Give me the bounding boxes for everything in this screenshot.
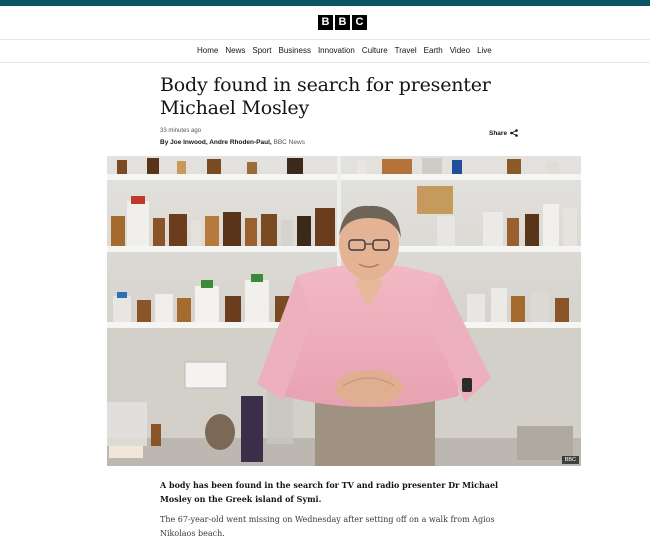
nav-item-innovation[interactable]: Innovation: [318, 45, 355, 57]
nav-item-culture[interactable]: Culture: [362, 45, 388, 57]
logo-letter: C: [352, 15, 367, 30]
byline-authors: By Joe Inwood, Andre Rhoden-Paul,: [160, 139, 274, 146]
share-button[interactable]: Share: [489, 129, 518, 137]
logo-letter: B: [318, 15, 333, 30]
article-lede: A body has been found in the search for …: [160, 480, 499, 504]
nav-item-travel[interactable]: Travel: [395, 45, 417, 57]
nav-item-live[interactable]: Live: [477, 45, 492, 57]
main-navigation: Home News Sport Business Innovation Cult…: [0, 41, 650, 63]
share-icon: [510, 129, 518, 137]
nav-item-business[interactable]: Business: [278, 45, 310, 57]
byline-organisation: BBC News: [273, 139, 305, 146]
nav-item-home[interactable]: Home: [197, 45, 218, 57]
nav-item-sport[interactable]: Sport: [252, 45, 271, 57]
article-timestamp: 33 minutes ago: [160, 128, 202, 134]
logo-letter: B: [335, 15, 350, 30]
nav-item-news[interactable]: News: [225, 45, 245, 57]
image-credit: BBC: [561, 456, 579, 464]
article-headline: Body found in search for presenter Micha…: [160, 74, 491, 119]
nav-list: Home News Sport Business Innovation Cult…: [197, 45, 492, 57]
share-label: Share: [489, 129, 508, 137]
article-paragraph: The 67-year-old went missing on Wednesda…: [160, 515, 495, 538]
bbc-logo[interactable]: B B C: [318, 15, 367, 31]
masthead: B B C: [0, 6, 650, 40]
lab-portrait-illustration: [107, 156, 581, 466]
article-byline: By Joe Inwood, Andre Rhoden-Paul, BBC Ne…: [160, 139, 305, 146]
article-hero-image: BBC: [107, 156, 581, 466]
nav-item-video[interactable]: Video: [450, 45, 470, 57]
nav-item-earth[interactable]: Earth: [424, 45, 443, 57]
